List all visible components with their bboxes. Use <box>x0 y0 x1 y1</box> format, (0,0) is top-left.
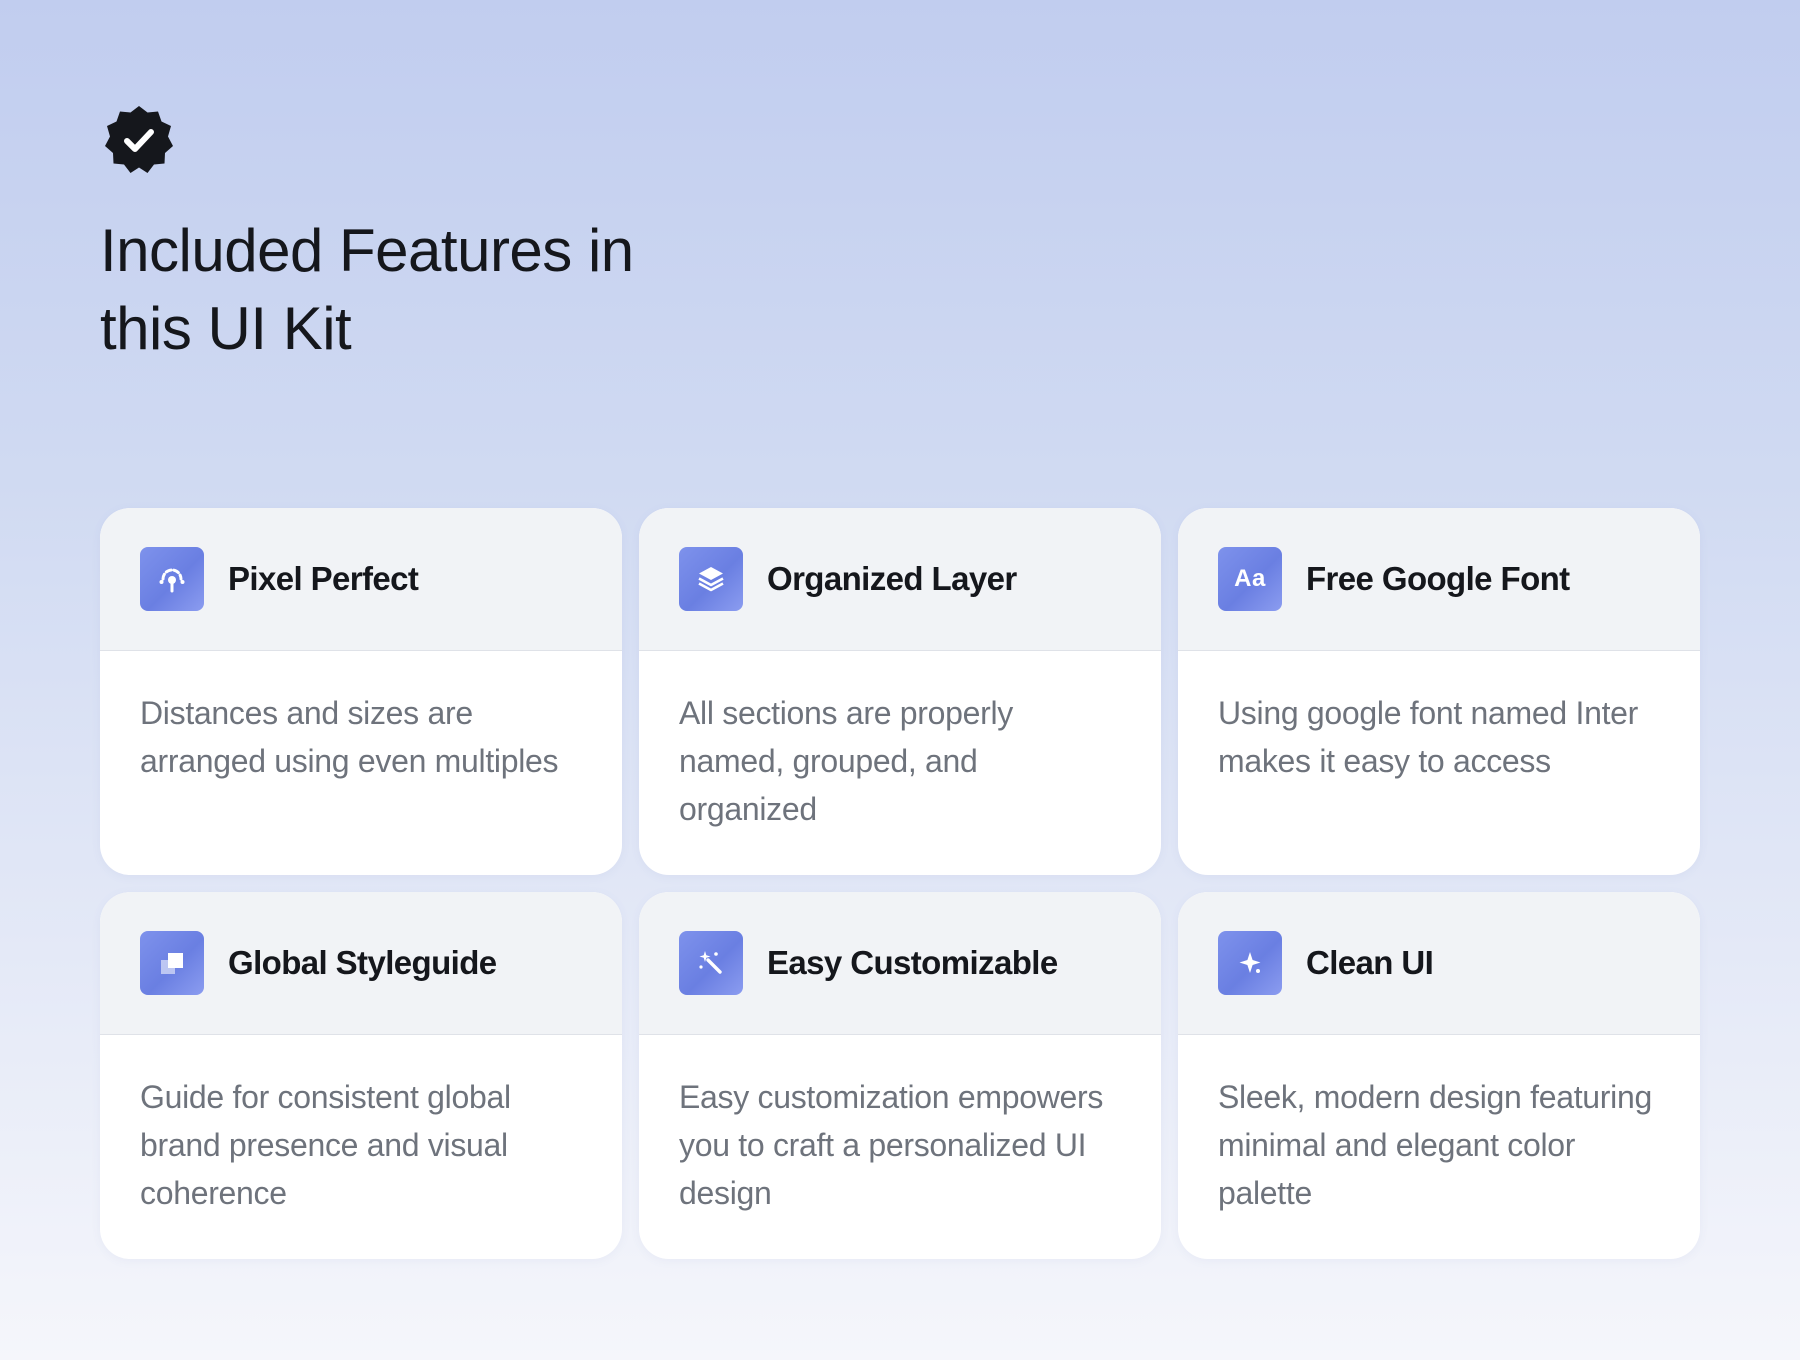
verified-badge-icon <box>103 104 175 176</box>
card-header: Pixel Perfect <box>100 508 622 651</box>
layers-icon <box>679 547 743 611</box>
font-icon: Aa <box>1218 547 1282 611</box>
feature-card-global-styleguide: Global Styleguide Guide for consistent g… <box>100 892 622 1259</box>
feature-description: Using google font named Inter makes it e… <box>1218 695 1639 779</box>
feature-card-clean-ui: Clean UI Sleek, modern design featuring … <box>1178 892 1700 1259</box>
page-title: Included Features in this UI Kit <box>100 212 634 368</box>
card-header: Global Styleguide <box>100 892 622 1035</box>
font-icon-text: Aa <box>1234 565 1266 592</box>
card-header: Aa Free Google Font <box>1178 508 1700 651</box>
page-title-line2: this UI Kit <box>100 295 352 362</box>
feature-description: Distances and sizes are arranged using e… <box>140 695 559 779</box>
feature-title: Pixel Perfect <box>228 560 419 597</box>
card-header: Easy Customizable <box>639 892 1161 1035</box>
pixel-target-icon <box>140 547 204 611</box>
feature-title: Organized Layer <box>767 560 1017 597</box>
feature-card-easy-customizable: Easy Customizable Easy customization emp… <box>639 892 1161 1259</box>
magic-wand-icon <box>679 931 743 995</box>
feature-description: All sections are properly named, grouped… <box>679 695 1013 827</box>
feature-description: Sleek, modern design featuring minimal a… <box>1218 1079 1652 1211</box>
feature-card-organized-layer: Organized Layer All sections are properl… <box>639 508 1161 875</box>
feature-description: Easy customization empowers you to craft… <box>679 1079 1104 1211</box>
feature-title: Easy Customizable <box>767 944 1058 981</box>
feature-grid: Pixel Perfect Distances and sizes are ar… <box>100 508 1700 1259</box>
feature-title: Global Styleguide <box>228 944 497 981</box>
card-header: Clean UI <box>1178 892 1700 1035</box>
styleguide-icon <box>140 931 204 995</box>
feature-description: Guide for consistent global brand presen… <box>140 1079 511 1211</box>
sparkle-icon <box>1218 931 1282 995</box>
feature-title: Free Google Font <box>1306 560 1570 597</box>
card-header: Organized Layer <box>639 508 1161 651</box>
feature-card-pixel-perfect: Pixel Perfect Distances and sizes are ar… <box>100 508 622 875</box>
page-title-line1: Included Features in <box>100 217 634 284</box>
feature-title: Clean UI <box>1306 944 1434 981</box>
feature-card-free-google-font: Aa Free Google Font Using google font na… <box>1178 508 1700 875</box>
